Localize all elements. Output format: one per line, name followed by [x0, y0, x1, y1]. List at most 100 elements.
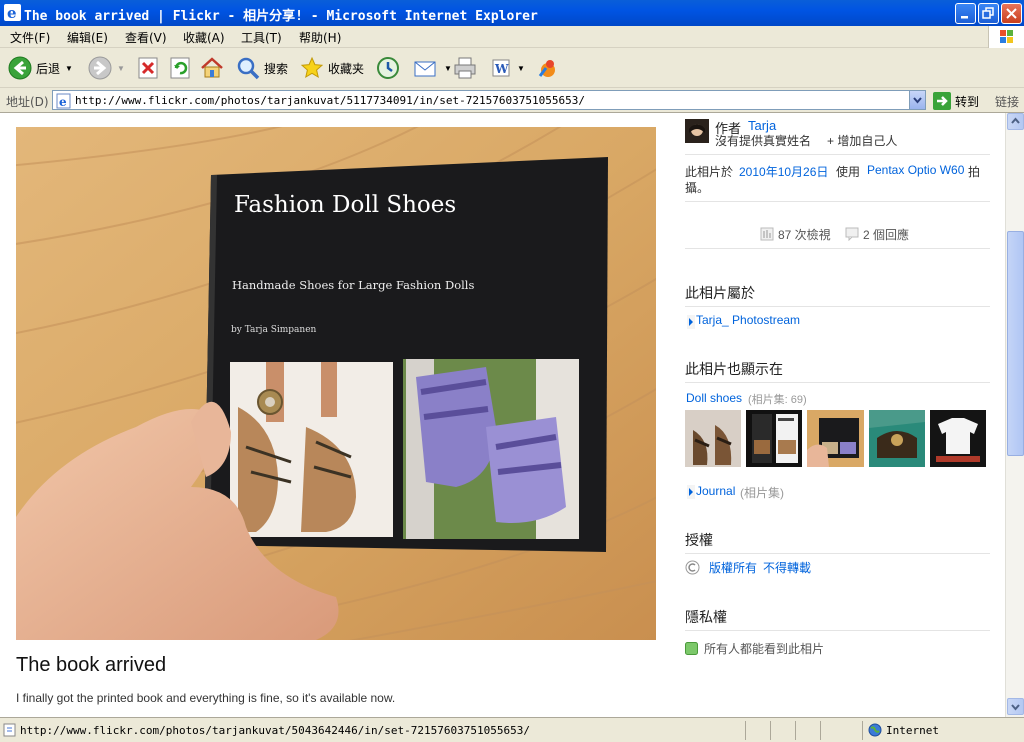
print-button[interactable] — [452, 54, 478, 82]
address-label: 地址(D) — [6, 95, 49, 109]
home-button[interactable] — [200, 54, 224, 82]
forward-button[interactable]: ▼ — [88, 54, 125, 82]
go-button[interactable]: 转到 — [933, 92, 979, 110]
back-dropdown-icon[interactable]: ▼ — [65, 64, 73, 73]
page-content: Fashion Doll Shoes Handmade Shoes for La… — [0, 113, 1005, 717]
divider — [820, 721, 821, 740]
chevron-up-icon — [1011, 117, 1020, 124]
minimize-button[interactable] — [955, 3, 976, 24]
divider — [685, 553, 990, 554]
back-arrow-icon — [8, 56, 32, 80]
photo-description: I finally got the printed book and every… — [16, 691, 396, 705]
set-thumbnail[interactable] — [869, 410, 925, 467]
history-button[interactable] — [375, 54, 401, 82]
divider — [770, 721, 771, 740]
license-link-2[interactable]: 不得轉載 — [763, 559, 811, 576]
belongs-heading: 此相片屬於 — [685, 285, 755, 301]
author-name-link[interactable]: Tarja — [748, 118, 776, 133]
license-link[interactable]: 版權所有 — [709, 559, 757, 576]
window-title: The book arrived | Flickr - 相片分享! - Micr… — [24, 9, 538, 24]
back-label: 后退 — [36, 61, 61, 76]
appears-heading: 此相片也顯示在 — [685, 361, 783, 377]
views-icon — [760, 227, 774, 241]
menu-favorites[interactable]: 收藏(A) — [183, 29, 225, 46]
page-icon: e — [56, 93, 71, 109]
security-zone: Internet — [868, 723, 939, 737]
taken-date-link[interactable]: 2010年10月26日 — [739, 163, 828, 180]
divider — [685, 306, 990, 307]
menu-edit[interactable]: 编辑(E) — [67, 29, 108, 46]
word-edit-icon: W — [492, 59, 510, 77]
edit-dropdown-icon[interactable]: ▼ — [517, 64, 525, 73]
menu-help[interactable]: 帮助(H) — [299, 29, 341, 46]
vertical-scrollbar[interactable] — [1005, 113, 1024, 717]
photostream-link[interactable]: Tarja_ Photostream — [696, 313, 800, 327]
public-icon — [685, 642, 698, 655]
refresh-icon — [170, 57, 190, 79]
forward-dropdown-icon[interactable]: ▼ — [117, 64, 125, 73]
stop-button[interactable] — [137, 54, 159, 82]
divider — [745, 721, 746, 740]
copyright-icon — [685, 560, 700, 575]
messenger-button[interactable] — [536, 54, 560, 82]
menu-file[interactable]: 文件(F) — [10, 29, 50, 46]
restore-button[interactable] — [978, 3, 999, 24]
scroll-up-button[interactable] — [1007, 113, 1024, 130]
menu-tools[interactable]: 工具(T) — [241, 29, 282, 46]
taken-suffix-wrap: 攝。 — [685, 181, 710, 195]
address-input[interactable]: e http://www.flickr.com/photos/tarjankuv… — [52, 90, 926, 110]
address-bar: 地址(D) e http://www.flickr.com/photos/tar… — [0, 88, 1024, 113]
book-subtitle: Handmade Shoes for Large Fashion Dolls — [232, 278, 474, 292]
svg-text:e: e — [7, 4, 17, 21]
divider — [685, 201, 990, 202]
set-thumbnail[interactable] — [685, 410, 741, 467]
minimize-icon — [961, 16, 968, 19]
page-loading-icon — [3, 723, 16, 737]
status-url: http://www.flickr.com/photos/tarjankuvat… — [20, 724, 530, 737]
taken-prefix: 此相片於 — [685, 165, 734, 179]
set-thumbnail[interactable] — [930, 410, 986, 467]
privacy-text: 所有人都能看到此相片 — [704, 642, 825, 656]
back-button[interactable]: 后退 ▼ — [8, 54, 73, 82]
toolbar: 后退 ▼ ▼ 搜索 收藏夹 ▼ W ▼ — [0, 48, 1024, 88]
status-bar: http://www.flickr.com/photos/tarjankuvat… — [0, 717, 1024, 742]
links-toolbar[interactable]: 链接 — [995, 93, 1019, 110]
search-button[interactable]: 搜索 — [236, 54, 288, 82]
globe-icon — [868, 723, 882, 737]
zone-label: Internet — [886, 723, 939, 737]
windows-flag-icon — [1000, 30, 1013, 43]
refresh-button[interactable] — [169, 54, 191, 82]
license-heading: 授權 — [685, 532, 713, 548]
set-thumbnail[interactable] — [746, 410, 802, 467]
camera-link[interactable]: Pentax Optio W60 — [867, 163, 964, 177]
close-button[interactable] — [1001, 3, 1022, 24]
address-url: http://www.flickr.com/photos/tarjankuvat… — [75, 94, 585, 107]
set-doll-shoes-link[interactable]: Doll shoes — [686, 391, 742, 405]
menu-bar: 文件(F) 编辑(E) 查看(V) 收藏(A) 工具(T) 帮助(H) — [0, 26, 1024, 48]
mail-icon — [414, 61, 436, 77]
no-real-name: 沒有提供真實姓名 — [715, 134, 812, 148]
set-thumbnail[interactable] — [807, 410, 864, 467]
add-contact-link[interactable]: + 增加自己人 — [827, 132, 897, 149]
edit-button[interactable]: W ▼ — [490, 54, 525, 82]
photo-sidebar: 作者 Tarja 沒有提供真實姓名 + 增加自己人 此相片於 2010年10月2… — [685, 113, 990, 717]
set-doll-shoes-meta: (相片集: 69) — [748, 394, 807, 406]
favorites-button[interactable]: 收藏夹 — [300, 54, 364, 82]
scroll-down-button[interactable] — [1007, 698, 1024, 715]
main-photo[interactable]: Fashion Doll Shoes Handmade Shoes for La… — [16, 127, 656, 640]
menu-view[interactable]: 查看(V) — [125, 29, 167, 46]
mail-dropdown-icon[interactable]: ▼ — [444, 64, 452, 73]
taken-using: 使用 — [836, 165, 861, 179]
close-icon — [1006, 8, 1017, 19]
comments-count: 2 個回應 — [863, 228, 910, 242]
set-journal-meta: (相片集) — [740, 486, 784, 500]
address-dropdown-button[interactable] — [909, 91, 925, 109]
divider — [685, 382, 990, 383]
set-journal-link[interactable]: Journal — [696, 484, 735, 498]
divider — [685, 630, 990, 631]
divider — [685, 154, 990, 155]
avatar[interactable] — [685, 119, 709, 143]
star-icon — [300, 56, 324, 79]
scroll-thumb[interactable] — [1007, 231, 1024, 456]
mail-button[interactable]: ▼ — [413, 54, 452, 82]
